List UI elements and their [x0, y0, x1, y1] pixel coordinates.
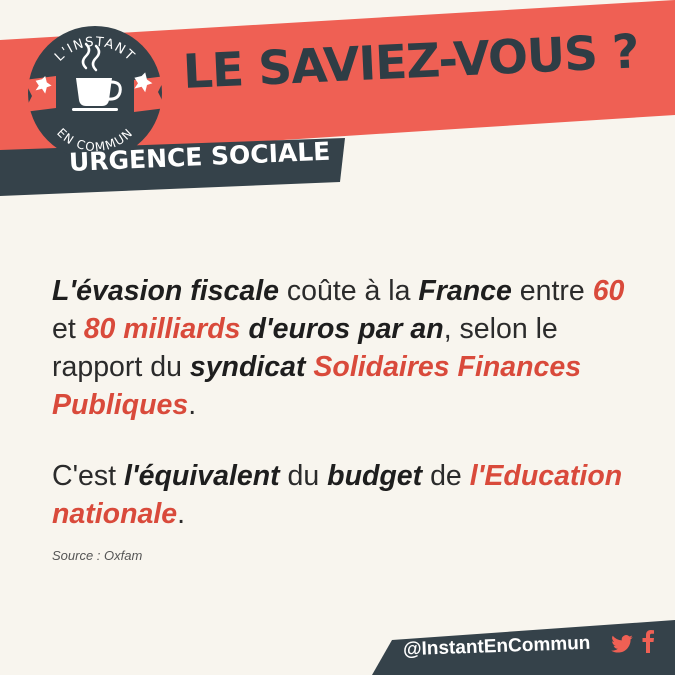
- footer-banner: [372, 620, 675, 675]
- twitter-icon[interactable]: [611, 635, 633, 653]
- facebook-icon[interactable]: [642, 629, 654, 653]
